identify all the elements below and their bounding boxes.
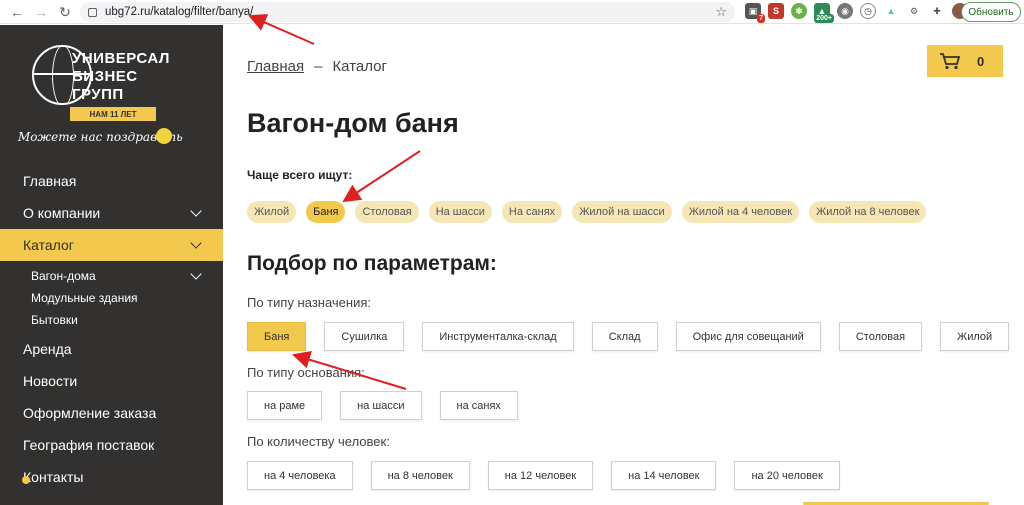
sidebar-item-geography[interactable]: География поставок [0, 429, 223, 461]
filter-option-tool-storage[interactable]: Инструменталка-склад [422, 322, 574, 351]
filter-option-20-people[interactable]: на 20 человек [734, 461, 840, 490]
chip-canteen[interactable]: Столовая [355, 201, 419, 223]
logo-ribbon: НАМ 11 ЛЕТ [70, 107, 156, 121]
popular-searches-label: Чаще всего ищут: [247, 168, 353, 182]
update-button[interactable]: Обновить [961, 2, 1021, 22]
people-filter-label: По количеству человек: [247, 434, 390, 449]
lock-icon [88, 7, 97, 17]
url-text: ubg72.ru/katalog/filter/banya/ [105, 6, 254, 18]
chip-residential-8[interactable]: Жилой на 8 человек [809, 201, 927, 223]
page-title: Вагон-дом баня [247, 108, 459, 138]
filter-option-bath[interactable]: Баня [247, 322, 307, 351]
breadcrumb-home-link[interactable]: Главная [247, 58, 304, 75]
sidebar-menu: Главная О компании Каталог Вагон-дома Мо… [0, 165, 223, 493]
filter-option-14-people[interactable]: на 14 человек [611, 461, 717, 490]
chip-on-chassis[interactable]: На шасси [428, 201, 492, 223]
extension-icons: ▣ 7 S ✱ ▲ 200+ ◉ ◷ ▲ ⚙ ✚ [745, 3, 968, 23]
logo-line: ГРУПП [72, 86, 124, 103]
filter-option-frame[interactable]: на раме [247, 391, 323, 420]
back-icon[interactable]: ← [6, 1, 28, 23]
extension-icon[interactable]: ◉ [837, 3, 853, 19]
filter-option-residential[interactable]: Жилой [940, 322, 1010, 351]
filter-option-dryer[interactable]: Сушилка [324, 322, 405, 351]
sidebar-item-contacts[interactable]: Контакты [0, 461, 223, 493]
base-filter-options: на раме на шасси на санях [247, 391, 518, 420]
filter-option-chassis[interactable]: на шасси [340, 391, 422, 420]
sidebar: УНИВЕРСАЛ БИЗНЕС ГРУПП НАМ 11 ЛЕТ Можете… [0, 25, 223, 505]
filter-option-sled[interactable]: на санях [439, 391, 518, 420]
logo-line: БИЗНЕС [72, 68, 138, 85]
logo[interactable]: УНИВЕРСАЛ БИЗНЕС ГРУПП НАМ 11 ЛЕТ Можете… [18, 37, 208, 147]
extension-icon[interactable]: ▣ 7 [745, 3, 765, 23]
params-title: Подбор по параметрам: [247, 252, 497, 275]
chip-bath[interactable]: Баня [306, 201, 346, 223]
breadcrumb-separator: – [314, 58, 323, 75]
base-filter-label: По типу основания: [247, 365, 365, 380]
extension-icon[interactable]: ✱ [791, 3, 807, 19]
purpose-filter-label: По типу назначения: [247, 295, 371, 310]
catalog-submenu: Вагон-дома Модульные здания Бытовки [0, 261, 223, 333]
chip-residential-4[interactable]: Жилой на 4 человек [681, 201, 800, 223]
breadcrumb-current: Каталог [332, 58, 387, 75]
chevron-down-icon[interactable] [190, 268, 202, 280]
phone-icon [22, 476, 30, 484]
chevron-down-icon[interactable] [190, 205, 202, 217]
filter-option-storage[interactable]: Склад [591, 322, 658, 351]
extension-icon[interactable]: ▲ 200+ [814, 3, 834, 23]
purpose-filter-options: Баня Сушилка Инструменталка-склад Склад … [247, 322, 1010, 351]
address-bar[interactable]: ubg72.ru/katalog/filter/banya/ ☆ [80, 2, 735, 22]
breadcrumb: Главная – Каталог [247, 58, 387, 75]
cart-count: 0 [977, 53, 985, 69]
filter-option-meeting-office[interactable]: Офис для совещаний [675, 322, 821, 351]
main-content: Главная – Каталог 0 Вагон-дом баня Чаще … [223, 25, 1024, 505]
sidebar-item-home[interactable]: Главная [0, 165, 223, 197]
chip-on-sled[interactable]: На санях [501, 201, 563, 223]
cart-button[interactable]: 0 [927, 45, 1003, 77]
sidebar-item-rent[interactable]: Аренда [0, 333, 223, 365]
puzzle-icon[interactable]: ✚ [929, 3, 945, 19]
sidebar-item-catalog[interactable]: Каталог [0, 229, 223, 261]
sidebar-subitem-cabins[interactable]: Бытовки [0, 309, 223, 331]
filter-option-8-people[interactable]: на 8 человек [370, 461, 470, 490]
reload-icon[interactable]: ↻ [54, 1, 76, 23]
sidebar-subitem-wagon-houses[interactable]: Вагон-дома [0, 265, 223, 287]
browser-toolbar: ← → ↻ ubg72.ru/katalog/filter/banya/ ☆ ▣… [0, 0, 1024, 24]
forward-icon[interactable]: → [30, 1, 52, 23]
smiley-icon [156, 128, 172, 144]
sidebar-item-order[interactable]: Оформление заказа [0, 397, 223, 429]
android-icon[interactable]: ▲ [883, 3, 899, 19]
gear-icon[interactable]: ⚙ [906, 3, 922, 19]
bookmark-star-icon[interactable]: ☆ [715, 4, 727, 20]
timer-icon[interactable]: ◷ [860, 3, 876, 19]
people-filter-options: на 4 человека на 8 человек на 12 человек… [247, 461, 840, 490]
sidebar-item-news[interactable]: Новости [0, 365, 223, 397]
sidebar-subitem-modular[interactable]: Модульные здания [0, 287, 223, 309]
chip-residential[interactable]: Жилой [247, 201, 297, 223]
chevron-down-icon[interactable] [190, 237, 202, 249]
logo-line: УНИВЕРСАЛ [72, 50, 170, 67]
cart-icon [940, 53, 961, 70]
filter-option-4-people[interactable]: на 4 человека [247, 461, 353, 490]
extension-icon[interactable]: S [768, 3, 784, 19]
filter-option-12-people[interactable]: на 12 человек [487, 461, 594, 490]
chip-residential-chassis[interactable]: Жилой на шасси [572, 201, 672, 223]
sidebar-item-about[interactable]: О компании [0, 197, 223, 229]
filter-option-canteen[interactable]: Столовая [838, 322, 923, 351]
popular-search-chips: Жилой Баня Столовая На шасси На санях Жи… [247, 201, 927, 223]
